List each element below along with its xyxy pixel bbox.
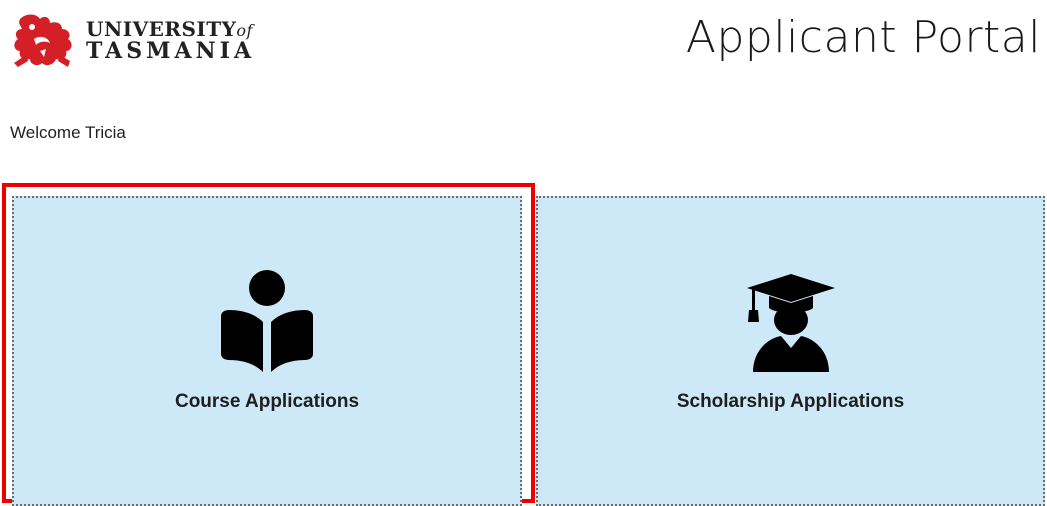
scholarship-applications-label: Scholarship Applications bbox=[676, 391, 905, 412]
scholarship-applications-tile[interactable]: Scholarship Applications bbox=[536, 196, 1045, 506]
logo-tasmania-text: TASMANIA bbox=[86, 37, 256, 64]
logo-university-text: UNIVERSITY bbox=[86, 16, 237, 41]
university-logo[interactable]: UNIVERSITYof TASMANIA bbox=[10, 10, 255, 70]
graduate-cap-icon bbox=[745, 270, 837, 377]
logo-wordmark: UNIVERSITYof TASMANIA bbox=[86, 19, 255, 62]
page-title: Applicant Portal bbox=[685, 12, 1041, 63]
lion-crest-icon bbox=[14, 14, 72, 67]
reader-book-icon bbox=[217, 270, 317, 377]
course-applications-tile[interactable]: Course Applications bbox=[12, 196, 522, 506]
welcome-message: Welcome Tricia bbox=[10, 123, 126, 142]
page-header: UNIVERSITYof TASMANIA Applicant Portal bbox=[0, 0, 1047, 90]
course-applications-label: Course Applications bbox=[174, 391, 360, 412]
logo-of-text: of bbox=[236, 20, 253, 40]
